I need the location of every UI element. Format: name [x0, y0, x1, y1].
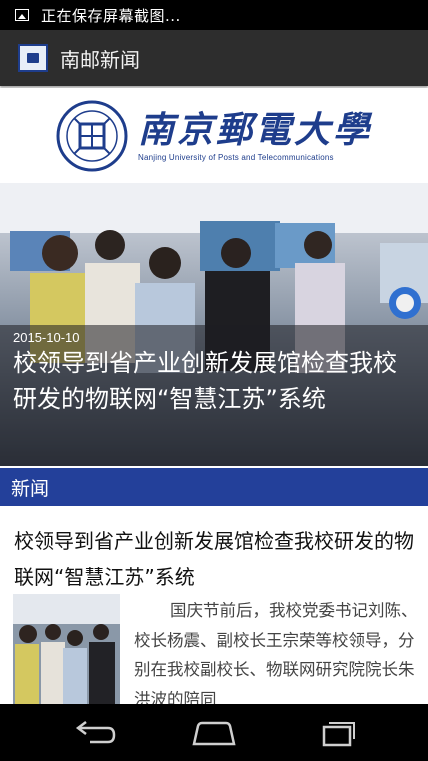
status-notification-text: 正在保存屏幕截图...	[41, 6, 181, 25]
back-icon[interactable]	[70, 718, 118, 748]
app-title: 南邮新闻	[60, 47, 140, 72]
university-emblem-icon	[56, 100, 128, 171]
university-english-name: Nanjing University of Posts and Telecomm…	[137, 153, 334, 162]
status-bar: 正在保存屏幕截图...	[0, 0, 428, 30]
headline-title[interactable]: 校领导到省产业创新发展馆检查我校研发的物联网“智慧江苏”系统	[13, 345, 413, 417]
app-logo-icon[interactable]	[18, 44, 48, 72]
navigation-bar	[0, 704, 428, 761]
article-thumbnail[interactable]	[13, 594, 120, 704]
banner-text: 南京郵電大學 Nanjing University of Posts and T…	[138, 109, 372, 162]
image-icon	[15, 9, 29, 21]
headline-date: 2015-10-10	[13, 330, 80, 345]
section-title: 新闻	[11, 477, 50, 500]
university-banner: 南京郵電大學 Nanjing University of Posts and T…	[0, 88, 428, 183]
article-title[interactable]: 校领导到省产业创新发展馆检查我校研发的物联网“智慧江苏”系统	[14, 523, 416, 595]
recent-apps-icon[interactable]	[312, 718, 360, 748]
home-icon[interactable]	[190, 718, 238, 748]
university-name: 南京郵電大學	[137, 109, 372, 151]
news-section-header: 新闻	[0, 468, 428, 506]
article-summary: 国庆节前后，我校党委书记刘陈、校长杨震、副校长王宗荣等校领导，分别在我校副校长、…	[134, 601, 418, 706]
action-bar: 南邮新闻	[0, 30, 428, 86]
headline-slide[interactable]: 2015-10-10 校领导到省产业创新发展馆检查我校研发的物联网“智慧江苏”系…	[0, 183, 428, 466]
